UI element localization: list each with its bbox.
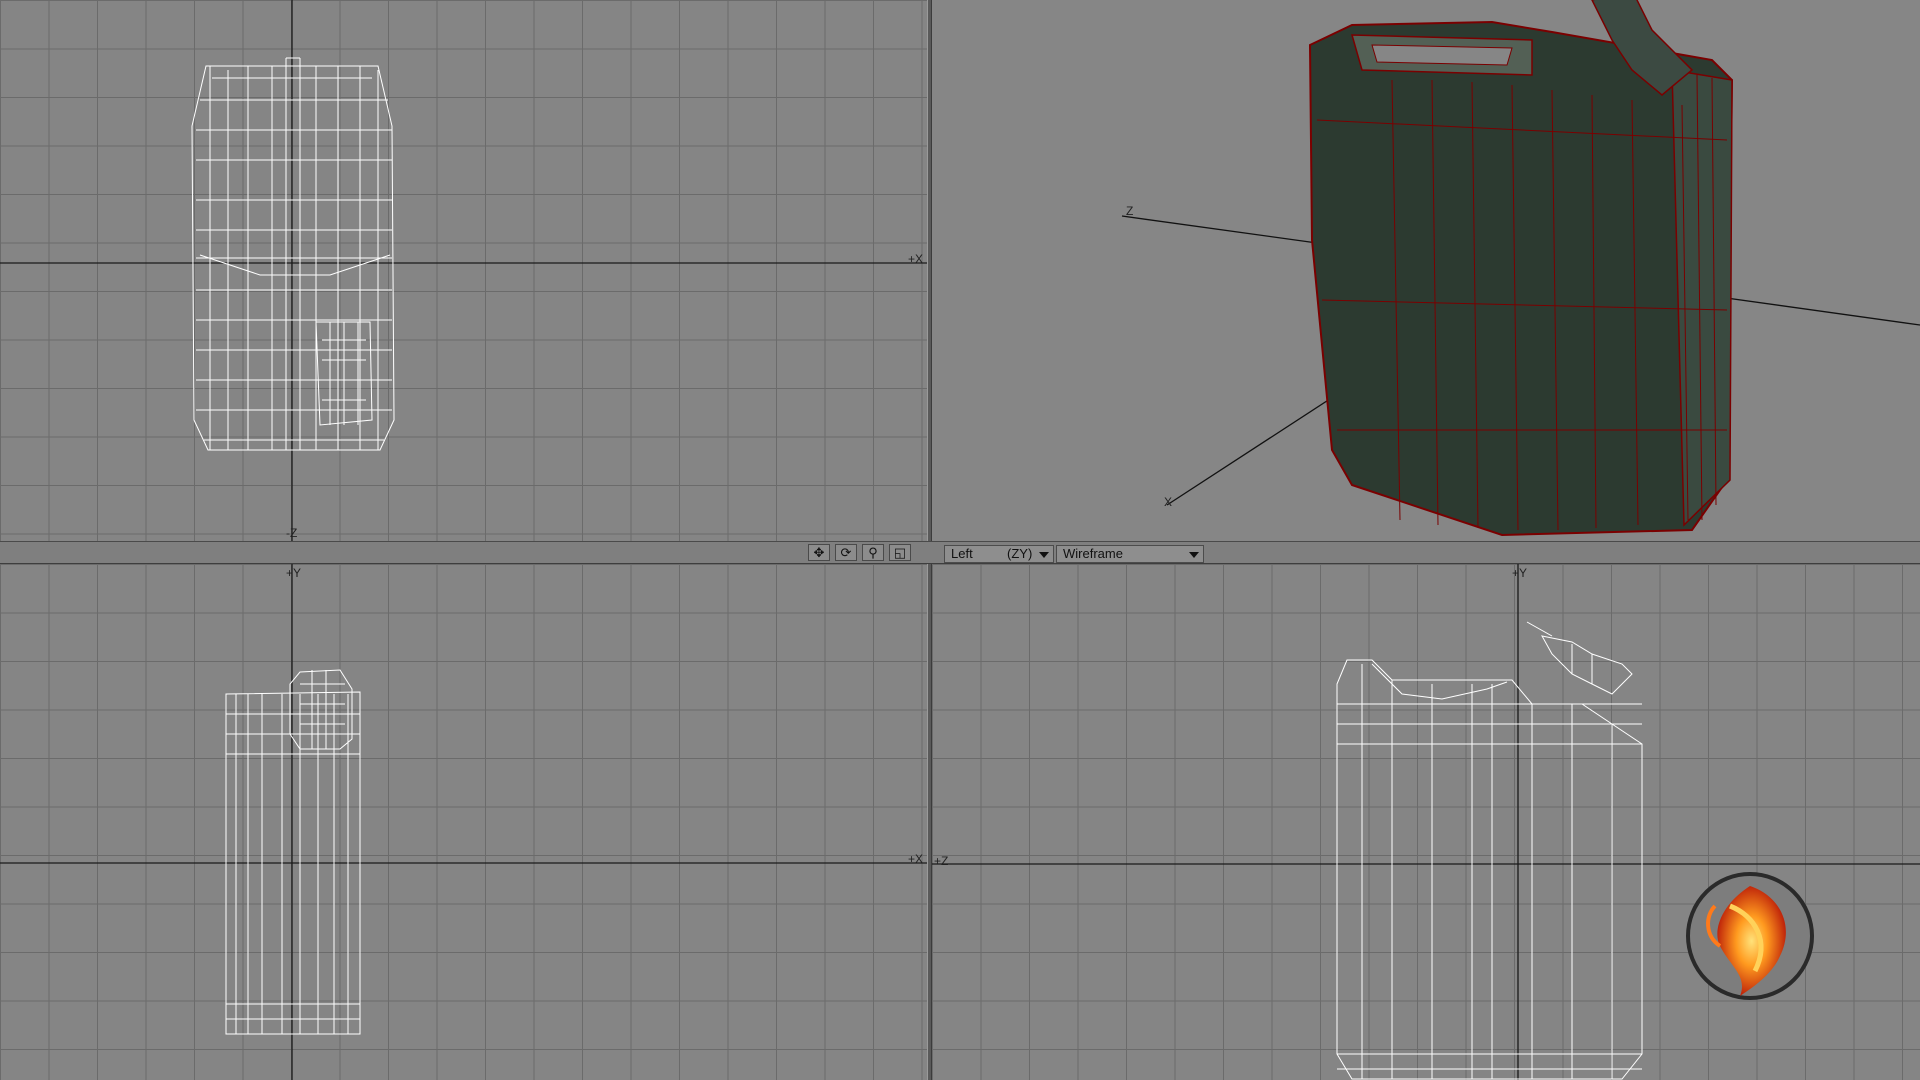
axis-label: (ZY) bbox=[1007, 546, 1033, 561]
watermark-logo bbox=[1660, 846, 1840, 1026]
axis-label-z: +Z bbox=[934, 854, 949, 868]
zoom-icon[interactable]: ⚲ bbox=[862, 544, 884, 561]
top-viewport[interactable]: +X -Z bbox=[0, 0, 927, 541]
view-select[interactable]: Left (ZY) bbox=[944, 545, 1054, 563]
front-view-wireframe bbox=[0, 564, 927, 1080]
axis-label-y: +Y bbox=[1512, 566, 1528, 580]
axis-label-x: X bbox=[1164, 495, 1173, 509]
phoenix-icon bbox=[1686, 872, 1814, 1000]
axis-label-z: -Z bbox=[286, 526, 298, 540]
render-mode-label: Wireframe bbox=[1063, 546, 1123, 561]
move-icon[interactable]: ✥ bbox=[808, 544, 830, 561]
perspective-render bbox=[1121, 0, 1920, 537]
top-view-wireframe bbox=[0, 0, 927, 541]
render-mode-select[interactable]: Wireframe bbox=[1056, 545, 1204, 563]
axis-label-x: +X bbox=[908, 852, 924, 866]
perspective-viewport[interactable]: Z X bbox=[932, 0, 1920, 541]
axis-label-x: +X bbox=[908, 252, 924, 266]
axis-label-y: +Y bbox=[286, 566, 302, 580]
maximize-icon[interactable]: ◱ bbox=[889, 544, 911, 561]
view-label: Left bbox=[951, 546, 973, 561]
chevron-down-icon bbox=[1039, 552, 1049, 558]
rotate-icon[interactable]: ⟳ bbox=[835, 544, 857, 561]
axis-label-z: Z bbox=[1126, 204, 1134, 218]
chevron-down-icon bbox=[1189, 552, 1199, 558]
front-viewport[interactable]: +Y +X bbox=[0, 564, 927, 1080]
